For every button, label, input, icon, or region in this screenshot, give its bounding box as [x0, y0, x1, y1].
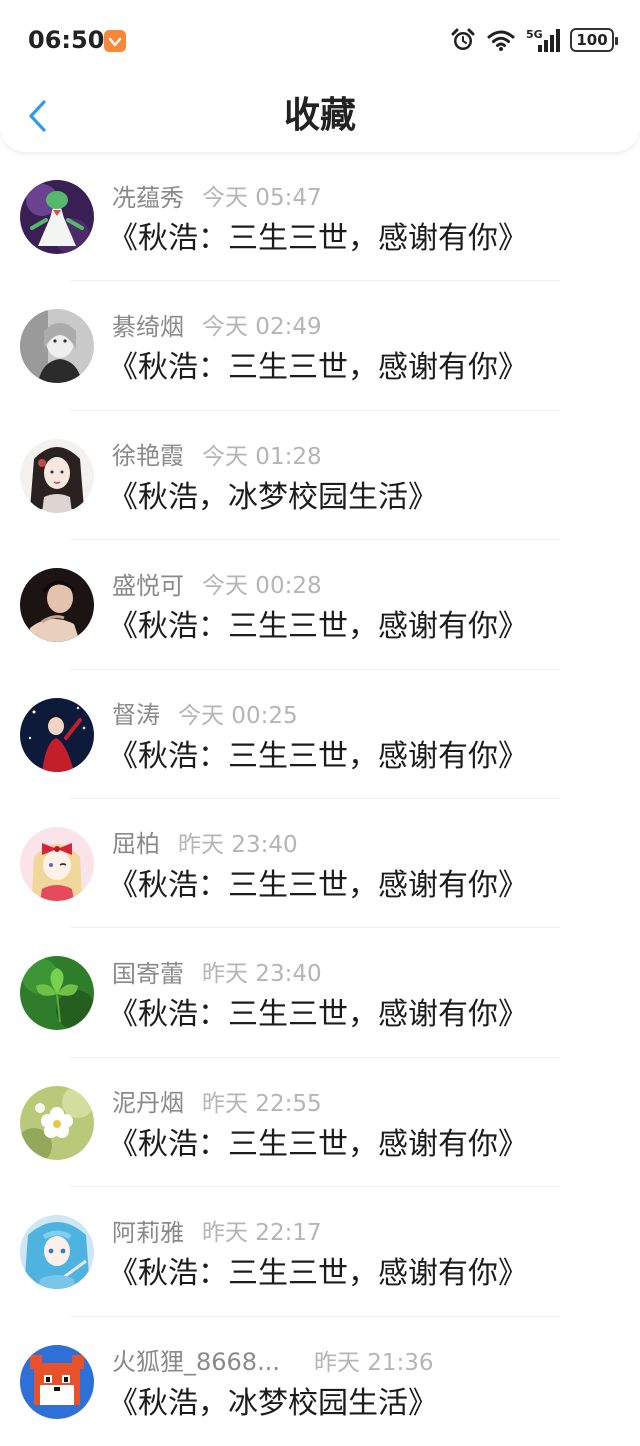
list-item[interactable]: 泥丹烟 昨天 22:55 《秋浩：三生三世，感谢有你》 [0, 1058, 640, 1188]
item-meta: 綦绮烟 今天 02:49 [112, 307, 322, 341]
item-meta: 火狐狸_8668... 昨天 21:36 [112, 1343, 434, 1377]
timestamp: 昨天 23:40 [202, 961, 322, 988]
avatar[interactable] [20, 180, 94, 254]
alarm-icon [450, 27, 476, 53]
battery-level: 100 [576, 31, 608, 49]
item-title[interactable]: 《秋浩：三生三世，感谢有你》 [108, 1124, 528, 1166]
list-item[interactable]: 冼蕴秀 今天 05:47 《秋浩：三生三世，感谢有你》 [0, 152, 640, 282]
author-name: 国寄蕾 [112, 959, 184, 988]
item-title[interactable]: 《秋浩：三生三世，感谢有你》 [108, 218, 528, 260]
item-meta: 冼蕴秀 今天 05:47 [112, 178, 322, 212]
item-title[interactable]: 《秋浩：三生三世，感谢有你》 [108, 1253, 528, 1295]
item-meta: 泥丹烟 昨天 22:55 [112, 1084, 322, 1118]
app-notification-icon [104, 30, 126, 52]
item-title[interactable]: 《秋浩，冰梦校园生活》 [108, 477, 438, 519]
item-title[interactable]: 《秋浩：三生三世，感谢有你》 [108, 606, 528, 648]
avatar[interactable] [20, 309, 94, 384]
avatar[interactable] [20, 697, 94, 772]
avatar[interactable] [20, 568, 94, 643]
author-name: 阿莉雅 [112, 1218, 184, 1247]
list-item[interactable]: 阿莉雅 昨天 22:17 《秋浩：三生三世，感谢有你》 [0, 1187, 640, 1317]
author-name: 徐艳霞 [112, 442, 184, 471]
timestamp: 今天 05:47 [202, 185, 322, 211]
timestamp: 今天 01:28 [202, 443, 322, 470]
status-time: 06:50 [28, 26, 105, 54]
author-name: 泥丹烟 [112, 1089, 184, 1118]
item-title[interactable]: 《秋浩：三生三世，感谢有你》 [108, 736, 528, 778]
item-title[interactable]: 《秋浩，冰梦校园生活》 [108, 1383, 438, 1425]
author-name: 屈柏 [112, 830, 160, 859]
nav-bar: 收藏 [0, 80, 640, 152]
item-meta: 督涛 今天 00:25 [112, 696, 298, 730]
header: 06:50 5G 100 收藏 [0, 0, 640, 152]
timestamp: 今天 02:49 [202, 314, 322, 341]
avatar[interactable] [20, 826, 94, 901]
battery-icon: 100 [570, 28, 618, 52]
item-meta: 阿莉雅 昨天 22:17 [112, 1213, 322, 1247]
favorites-list: 冼蕴秀 今天 05:47 《秋浩：三生三世，感谢有你》 綦绮烟 今天 02:49… [0, 152, 640, 1446]
cellular-5g-icon: 5G [526, 27, 560, 53]
timestamp: 昨天 23:40 [178, 831, 298, 858]
timestamp: 昨天 22:55 [202, 1090, 322, 1117]
item-title[interactable]: 《秋浩：三生三世，感谢有你》 [108, 347, 528, 389]
wifi-icon [486, 28, 516, 52]
list-item[interactable]: 国寄蕾 昨天 23:40 《秋浩：三生三世，感谢有你》 [0, 928, 640, 1058]
svg-text:5G: 5G [526, 28, 543, 41]
timestamp: 昨天 21:36 [313, 1349, 434, 1376]
timestamp: 今天 00:28 [202, 573, 322, 600]
author-name: 盛悦可 [112, 571, 184, 600]
timestamp: 昨天 22:17 [202, 1220, 322, 1247]
list-item[interactable]: 火狐狸_8668... 昨天 21:36 《秋浩，冰梦校园生活》 [0, 1317, 640, 1446]
avatar[interactable] [20, 1215, 94, 1290]
item-meta: 屈柏 昨天 23:40 [112, 825, 298, 859]
author-name: 督涛 [112, 701, 160, 730]
list-item[interactable]: 徐艳霞 今天 01:28 《秋浩，冰梦校园生活》 [0, 411, 640, 541]
status-bar: 06:50 5G 100 [0, 0, 640, 80]
list-item[interactable]: 綦绮烟 今天 02:49 《秋浩：三生三世，感谢有你》 [0, 281, 640, 411]
avatar[interactable] [20, 956, 94, 1031]
avatar[interactable] [20, 1344, 94, 1419]
status-icons: 5G 100 [450, 26, 618, 54]
page-title: 收藏 [283, 95, 356, 136]
item-title[interactable]: 《秋浩：三生三世，感谢有你》 [108, 865, 528, 907]
item-meta: 国寄蕾 昨天 23:40 [112, 954, 322, 988]
list-item[interactable]: 督涛 今天 00:25 《秋浩：三生三世，感谢有你》 [0, 670, 640, 799]
avatar[interactable] [20, 438, 94, 513]
list-item[interactable]: 屈柏 昨天 23:40 《秋浩：三生三世，感谢有你》 [0, 799, 640, 929]
author-name: 火狐狸_8668... [112, 1348, 280, 1377]
author-name: 綦绮烟 [112, 312, 184, 341]
item-meta: 盛悦可 今天 00:28 [112, 566, 322, 600]
avatar[interactable] [20, 1085, 94, 1160]
author-name: 冼蕴秀 [112, 183, 184, 212]
item-meta: 徐艳霞 今天 01:28 [112, 437, 322, 471]
item-title[interactable]: 《秋浩：三生三世，感谢有你》 [108, 994, 528, 1036]
list-item[interactable]: 盛悦可 今天 00:28 《秋浩：三生三世，感谢有你》 [0, 540, 640, 670]
timestamp: 今天 00:25 [178, 702, 298, 729]
